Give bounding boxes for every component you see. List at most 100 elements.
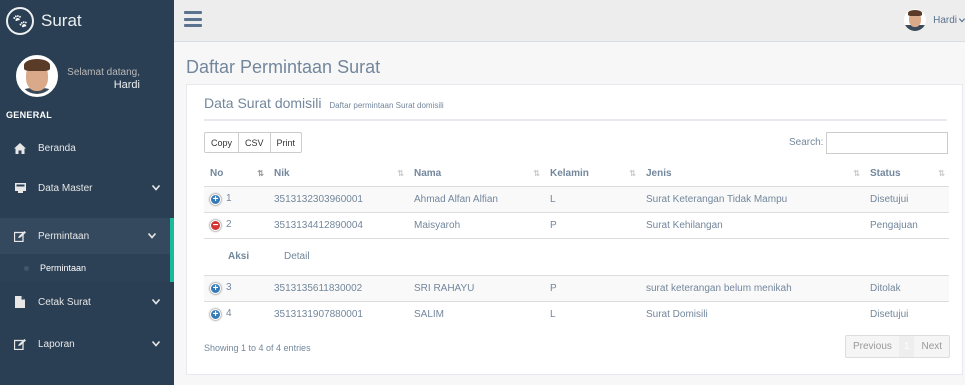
column-header-nama[interactable]: Nama ⇅ [408,162,544,187]
cell-status: Pengajuan [864,211,949,238]
cell-status: Disetujui [864,300,949,327]
chevron-down-icon [958,15,965,26]
aksi-label: Aksi [228,251,250,262]
cell-status: Disetujui [864,185,949,212]
avatar [16,55,58,97]
file-icon [14,296,26,308]
cell-jenis: Surat Kehilangan [640,211,864,238]
top-nav: Hardi [174,0,965,42]
cell-nik: 3513134412890004 [268,211,408,238]
chevron-down-icon [151,183,161,193]
sidebar-item-laporan[interactable]: Laporan [0,326,174,362]
cell-kelamin: P [544,274,640,301]
print-button[interactable]: Print [269,132,303,153]
content-panel: Data Surat domisili Daftar permintaan Su… [186,84,963,375]
avatar [904,9,927,31]
previous-button[interactable]: Previous [846,336,899,357]
sidebar: 🐾︎ Surat Selamat datang, Hardi GENERAL B… [0,0,174,385]
csv-button[interactable]: CSV [238,132,271,153]
pagination: Previous 1 Next [845,335,951,358]
table-row: +4 3513131907880001 SALIM L Surat Domisi… [204,300,949,327]
chevron-down-icon [151,297,161,307]
table-row: +3 3513135611830002 SRI RAHAYU P surat k… [204,274,949,301]
data-table: No ⇅ Nik ⇅ Nama ⇅ Kelamin ⇅ Jenis ⇅ Status ⇅ +… [204,162,949,327]
table-header-row: No ⇅ Nik ⇅ Nama ⇅ Kelamin ⇅ Jenis ⇅ Status ⇅ [204,162,949,187]
table-row: +1 3513132303960001 Ahmad Alfan Alfian L… [204,185,949,212]
cell-jenis: Surat Domisili [640,300,864,327]
column-header-kelamin[interactable]: Kelamin ⇅ [544,162,640,187]
sort-icon: ⇅ [853,169,860,178]
cell-no: +4 [204,300,268,327]
collapse-row-icon[interactable]: − [210,220,221,231]
welcome-label: Selamat datang, [67,67,140,78]
table-row: −2 3513134412890004 Maisyaroh P Surat Ke… [204,211,949,238]
cell-no: −2 [204,211,268,238]
cell-nik: 3513132303960001 [268,185,408,212]
cell-kelamin: L [544,300,640,327]
sort-icon: ⇅ [397,169,404,178]
next-button[interactable]: Next [914,336,949,357]
sidebar-item-cetak-surat[interactable]: Cetak Surat [0,284,174,320]
welcome-username: Hardi [113,79,140,91]
desktop-icon [14,183,26,193]
cell-nama: SRI RAHAYU [408,274,544,301]
divider [204,119,947,121]
sidebar-subitem-label: Permintaan [40,263,87,273]
cell-nama: Maisyaroh [408,211,544,238]
cell-jenis: surat keterangan belum menikah [640,274,864,301]
cell-nik: 3513135611830002 [268,274,408,301]
sidebar-item-label: Permintaan [38,230,90,242]
search-label: Search: [789,137,824,148]
section-general: GENERAL [6,110,53,120]
cell-nik: 3513131907880001 [268,300,408,327]
detail-link[interactable]: Detail [284,251,310,262]
menu-toggle-icon[interactable] [184,11,202,27]
search-input[interactable] [826,132,948,154]
home-icon [14,142,26,154]
sidebar-item-permintaan[interactable]: Permintaan [0,218,174,254]
sort-icon: ⇅ [938,169,945,178]
paw-icon: 🐾︎ [6,7,34,35]
column-header-nik[interactable]: Nik ⇅ [268,162,408,187]
sidebar-subitem-permintaan[interactable]: Permintaan [0,254,174,282]
sidebar-item-data-master[interactable]: Data Master [0,170,174,206]
panel-title: Data Surat domisili Daftar permintaan Su… [204,95,444,111]
export-buttons: Copy CSV Print [204,132,303,153]
column-header-jenis[interactable]: Jenis ⇅ [640,162,864,187]
column-header-no[interactable]: No ⇅ [204,162,268,187]
column-header-status[interactable]: Status ⇅ [864,162,949,187]
cell-no: +3 [204,274,268,301]
cell-kelamin: L [544,185,640,212]
sort-icon: ⇅ [629,169,636,178]
sort-asc-icon: ⇅ [257,169,264,178]
child-cell: Aksi Detail [204,237,949,275]
edit-icon [14,230,26,242]
sidebar-item-beranda[interactable]: Beranda [0,130,174,166]
cell-nama: SALIM [408,300,544,327]
copy-button[interactable]: Copy [204,132,240,153]
brand[interactable]: 🐾︎ Surat [0,0,174,42]
cell-nama: Ahmad Alfan Alfian [408,185,544,212]
panel-subtitle: Daftar permintaan Surat domisili [329,101,444,110]
cell-no: +1 [204,185,268,212]
expand-row-icon[interactable]: + [210,309,221,321]
expand-row-icon[interactable]: + [210,194,221,205]
cell-status: Ditolak [864,274,949,301]
sidebar-item-label: Cetak Surat [38,296,91,308]
cell-jenis: Surat Keterangan Tidak Mampu [640,185,864,212]
brand-title: Surat [41,11,82,30]
edit-icon [14,338,26,350]
panel-title-text: Data Surat domisili [204,95,322,111]
child-row: Aksi Detail [204,237,949,275]
table-info: Showing 1 to 4 of 4 entries [204,343,311,353]
sidebar-item-label: Data Master [38,182,93,194]
sort-icon: ⇅ [533,169,540,178]
page-1-button[interactable]: 1 [898,336,915,357]
expand-row-icon[interactable]: + [210,283,221,294]
sidebar-item-label: Beranda [38,142,76,154]
user-menu[interactable]: Hardi [904,9,965,31]
profile: Selamat datang, Hardi [0,42,174,108]
user-name: Hardi [933,14,957,26]
chevron-down-icon [147,231,157,241]
bullet-icon [24,266,29,271]
